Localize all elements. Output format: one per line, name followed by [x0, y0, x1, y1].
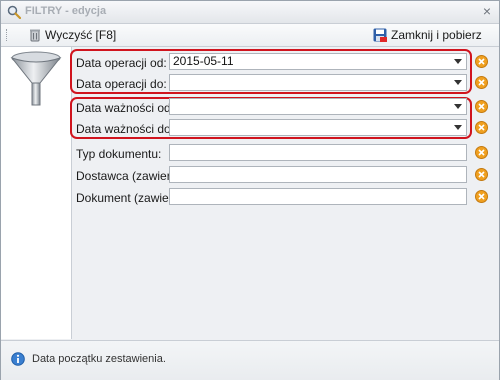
funnel-icon	[10, 51, 62, 106]
operation-date-from-field[interactable]: 2015-05-11	[169, 53, 467, 70]
save-icon	[373, 28, 387, 42]
clear-button[interactable]: Wyczyść [F8]	[29, 26, 116, 44]
field-row-document: Dokument (zawiera):	[72, 188, 499, 208]
window-close-button[interactable]: ×	[483, 4, 491, 18]
validity-date-to-field[interactable]	[169, 119, 467, 136]
window-title: FILTRY - edycja	[25, 5, 107, 17]
toolbar: Wyczyść [F8] Zamknij i pobierz	[1, 24, 499, 47]
status-text: Data początku zestawienia.	[32, 353, 166, 365]
document-field[interactable]	[169, 188, 467, 205]
dropdown-arrow-icon[interactable]	[454, 104, 462, 109]
field-label: Data ważności od:	[76, 101, 175, 115]
clear-icon[interactable]	[475, 76, 488, 89]
status-bar: Data początku zestawienia.	[1, 340, 499, 380]
filter-window: FILTRY - edycja × Wyczyść [F8] Zamknij i…	[0, 0, 500, 380]
clear-icon[interactable]	[475, 55, 488, 68]
dropdown-arrow-icon[interactable]	[454, 59, 462, 64]
field-row-validity-date-to: Data ważności do:	[72, 119, 499, 139]
field-label: Data operacji do:	[76, 77, 167, 91]
operation-date-to-field[interactable]	[169, 74, 467, 91]
field-row-supplier: Dostawca (zawiera):	[72, 166, 499, 186]
close-and-fetch-label: Zamknij i pobierz	[391, 28, 482, 42]
toolbar-grip[interactable]	[6, 29, 9, 41]
clear-icon[interactable]	[475, 190, 488, 203]
field-row-document-type: Typ dokumentu:	[72, 144, 499, 164]
dropdown-arrow-icon[interactable]	[454, 80, 462, 85]
field-label: Data ważności do:	[76, 122, 175, 136]
clear-icon[interactable]	[475, 146, 488, 159]
field-label: Data operacji od:	[76, 56, 167, 70]
validity-date-from-field[interactable]	[169, 98, 467, 115]
document-type-field[interactable]	[169, 144, 467, 161]
field-row-validity-date-from: Data ważności od:	[72, 98, 499, 118]
info-icon	[11, 352, 25, 366]
title-bar: FILTRY - edycja ×	[1, 1, 499, 24]
dropdown-arrow-icon[interactable]	[454, 125, 462, 130]
field-row-operation-date-from: Data operacji od: 2015-05-11	[72, 53, 499, 73]
supplier-field[interactable]	[169, 166, 467, 183]
side-panel	[1, 47, 72, 339]
close-and-fetch-button[interactable]: Zamknij i pobierz	[373, 26, 482, 44]
clear-icon[interactable]	[475, 100, 488, 113]
filter-form: Data operacji od: 2015-05-11 Data operac…	[70, 47, 499, 339]
field-row-operation-date-to: Data operacji do:	[72, 74, 499, 94]
clear-icon[interactable]	[475, 121, 488, 134]
magnifier-icon	[7, 5, 21, 19]
clear-button-label: Wyczyść [F8]	[45, 28, 117, 42]
clear-icon[interactable]	[475, 168, 488, 181]
trash-icon	[30, 29, 40, 42]
field-label: Typ dokumentu:	[76, 147, 162, 161]
field-value: 2015-05-11	[173, 54, 234, 68]
